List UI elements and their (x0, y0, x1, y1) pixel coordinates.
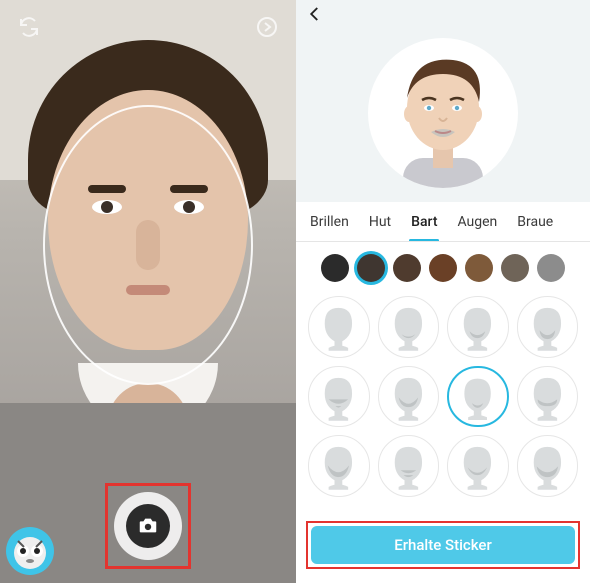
tab-braue[interactable]: Braue (507, 202, 563, 241)
switch-camera-icon[interactable] (14, 12, 44, 42)
tab-brillen[interactable]: Brillen (296, 202, 359, 241)
color-swatches (296, 242, 590, 290)
back-icon[interactable] (306, 5, 330, 29)
beard-style-option[interactable] (308, 366, 370, 428)
beard-style-option[interactable] (308, 435, 370, 497)
color-swatch[interactable] (501, 254, 529, 282)
color-swatch[interactable] (465, 254, 493, 282)
beard-style-option[interactable] (447, 435, 509, 497)
get-sticker-button[interactable]: Erhalte Sticker (311, 526, 575, 564)
beard-styles-grid (296, 290, 590, 507)
tab-augen[interactable]: Augen (447, 202, 507, 241)
category-tabs: BrillenHutBartAugenBraue (296, 202, 590, 242)
color-swatch[interactable] (393, 254, 421, 282)
mascot-icon[interactable] (6, 527, 54, 575)
avatar-preview-area (296, 34, 590, 202)
camera-pane (0, 0, 296, 583)
beard-style-option[interactable] (378, 296, 440, 358)
beard-style-option[interactable] (517, 366, 579, 428)
app-root: BrillenHutBartAugenBraue (0, 0, 590, 583)
camera-icon (126, 504, 170, 548)
color-swatch[interactable] (321, 254, 349, 282)
beard-style-option[interactable] (378, 366, 440, 428)
beard-style-option[interactable] (378, 435, 440, 497)
color-swatch[interactable] (429, 254, 457, 282)
shutter-button[interactable] (114, 492, 182, 560)
avatar-preview (368, 38, 518, 188)
beard-style-option[interactable] (447, 366, 509, 428)
beard-style-option[interactable] (517, 296, 579, 358)
shutter-highlight (105, 483, 191, 569)
tab-bart[interactable]: Bart (401, 202, 447, 241)
beard-style-option[interactable] (447, 296, 509, 358)
confirm-icon[interactable] (252, 12, 282, 42)
beard-style-option[interactable] (308, 296, 370, 358)
color-swatch[interactable] (537, 254, 565, 282)
editor-header (296, 0, 590, 34)
tab-hut[interactable]: Hut (359, 202, 401, 241)
camera-top-bar (0, 12, 296, 42)
editor-pane: BrillenHutBartAugenBraue (296, 0, 590, 583)
cta-highlight: Erhalte Sticker (306, 521, 580, 569)
beard-style-option[interactable] (517, 435, 579, 497)
color-swatch[interactable] (357, 254, 385, 282)
